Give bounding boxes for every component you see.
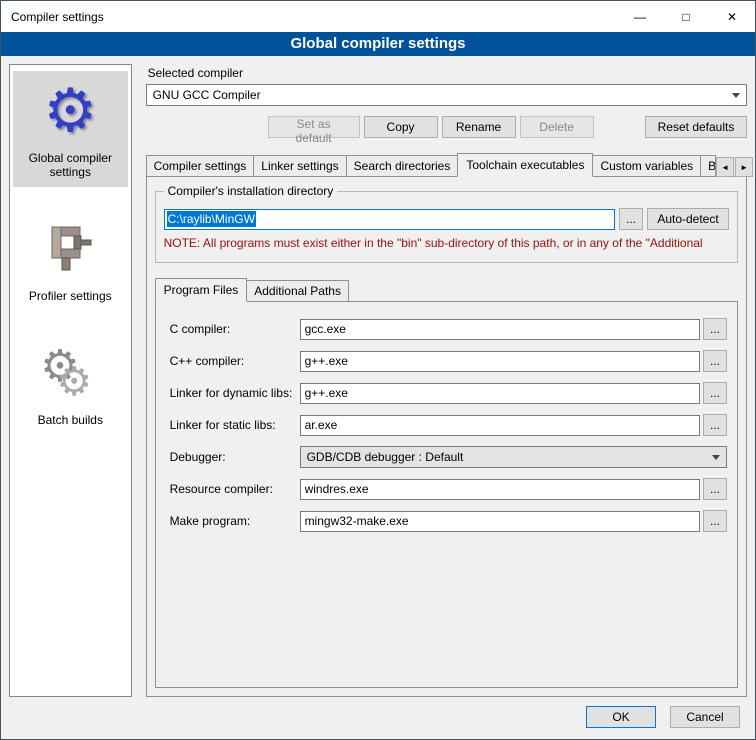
rename-button[interactable]: Rename — [442, 116, 516, 138]
debugger-row: Debugger: GDB/CDB debugger : Default — [170, 446, 727, 468]
selected-compiler-value: GNU GCC Compiler — [153, 88, 726, 102]
blue-gear-icon: ⚙ — [38, 79, 102, 143]
cpp-compiler-input[interactable] — [300, 351, 700, 372]
c-compiler-row: C compiler: ... — [170, 318, 727, 340]
c-compiler-label: C compiler: — [170, 322, 300, 336]
dynamic-linker-row: Linker for dynamic libs: ... — [170, 382, 727, 404]
subtab-additional-paths[interactable]: Additional Paths — [246, 280, 349, 302]
window-controls: — □ ✕ — [617, 1, 755, 32]
dialog-footer: OK Cancel — [1, 701, 755, 739]
sidebar: ⚙ Global compiler settings Profiler sett… — [9, 64, 132, 697]
sidebar-item-batch-builds[interactable]: ⚙ ⚙ Batch builds — [13, 333, 128, 435]
static-linker-input[interactable] — [300, 415, 700, 436]
tab-toolchain-executables[interactable]: Toolchain executables — [457, 153, 593, 177]
settings-tabs: Compiler settings Linker settings Search… — [146, 152, 747, 176]
debugger-value: GDB/CDB debugger : Default — [307, 450, 706, 464]
dynamic-linker-label: Linker for dynamic libs: — [170, 386, 300, 400]
make-program-input[interactable] — [300, 511, 700, 532]
resource-compiler-browse-button[interactable]: ... — [703, 478, 727, 500]
profiler-clamp-icon — [38, 217, 102, 281]
sidebar-item-global-compiler-settings[interactable]: ⚙ Global compiler settings — [13, 71, 128, 187]
program-files-panel: C compiler: ... C++ compiler: ... Linker… — [155, 301, 738, 688]
gray-gears-icon: ⚙ ⚙ — [38, 341, 102, 405]
close-button[interactable]: ✕ — [709, 1, 755, 32]
selected-compiler-label: Selected compiler — [148, 66, 747, 80]
bin-subdirectory-note: NOTE: All programs must exist either in … — [164, 236, 729, 250]
compiler-actions: Set as default Copy Rename Delete Reset … — [146, 116, 747, 138]
static-linker-label: Linker for static libs: — [170, 418, 300, 432]
static-linker-browse-button[interactable]: ... — [703, 414, 727, 436]
static-linker-row: Linker for static libs: ... — [170, 414, 727, 436]
page-title: Global compiler settings — [1, 32, 755, 56]
make-program-browse-button[interactable]: ... — [703, 510, 727, 532]
make-program-row: Make program: ... — [170, 510, 727, 532]
resource-compiler-row: Resource compiler: ... — [170, 478, 727, 500]
selected-compiler-dropdown[interactable]: GNU GCC Compiler — [146, 84, 747, 106]
window-title: Compiler settings — [1, 10, 104, 24]
copy-button[interactable]: Copy — [364, 116, 438, 138]
sidebar-item-label: Batch builds — [38, 413, 103, 427]
compiler-settings-dialog: Compiler settings — □ ✕ Global compiler … — [0, 0, 756, 740]
installation-directory-row: C:\raylib\MinGW ... Auto-detect — [164, 208, 729, 230]
reset-defaults-button[interactable]: Reset defaults — [645, 116, 747, 138]
ok-button[interactable]: OK — [586, 706, 656, 728]
sidebar-item-profiler-settings[interactable]: Profiler settings — [13, 209, 128, 311]
sidebar-item-label: Profiler settings — [29, 289, 112, 303]
chevron-down-icon — [732, 93, 740, 98]
installation-directory-group: Compiler's installation directory C:\ray… — [155, 191, 738, 263]
tab-scroll-left-icon[interactable]: ◄ — [716, 157, 734, 177]
tab-build-options[interactable]: Build options — [700, 155, 716, 177]
delete-button[interactable]: Delete — [520, 116, 594, 138]
tab-scrollers: ◄ ► — [716, 157, 753, 177]
set-as-default-button[interactable]: Set as default — [268, 116, 360, 138]
debugger-dropdown[interactable]: GDB/CDB debugger : Default — [300, 446, 727, 468]
installation-directory-input[interactable]: C:\raylib\MinGW — [164, 209, 615, 230]
tab-search-directories[interactable]: Search directories — [346, 155, 459, 177]
maximize-button[interactable]: □ — [663, 1, 709, 32]
tab-linker-settings[interactable]: Linker settings — [253, 155, 346, 177]
toolchain-subtabs: Program Files Additional Paths — [155, 277, 738, 301]
cpp-compiler-row: C++ compiler: ... — [170, 350, 727, 372]
main-panel: Selected compiler GNU GCC Compiler Set a… — [142, 64, 747, 697]
chevron-down-icon — [712, 455, 720, 460]
tab-scroll-right-icon[interactable]: ► — [735, 157, 753, 177]
dialog-content: ⚙ Global compiler settings Profiler sett… — [1, 56, 755, 701]
dynamic-linker-input[interactable] — [300, 383, 700, 404]
tab-compiler-settings[interactable]: Compiler settings — [146, 155, 255, 177]
cancel-button[interactable]: Cancel — [670, 706, 740, 728]
toolchain-executables-panel: Compiler's installation directory C:\ray… — [146, 176, 747, 697]
c-compiler-browse-button[interactable]: ... — [703, 318, 727, 340]
make-program-label: Make program: — [170, 514, 300, 528]
auto-detect-button[interactable]: Auto-detect — [647, 208, 729, 230]
cpp-compiler-browse-button[interactable]: ... — [703, 350, 727, 372]
sidebar-item-label: Global compiler settings — [16, 151, 125, 179]
resource-compiler-input[interactable] — [300, 479, 700, 500]
debugger-label: Debugger: — [170, 450, 300, 464]
browse-directory-button[interactable]: ... — [619, 208, 643, 230]
installation-directory-value: C:\raylib\MinGW — [167, 211, 256, 227]
subtab-program-files[interactable]: Program Files — [155, 278, 248, 302]
cpp-compiler-label: C++ compiler: — [170, 354, 300, 368]
titlebar: Compiler settings — □ ✕ — [1, 1, 755, 32]
minimize-button[interactable]: — — [617, 1, 663, 32]
resource-compiler-label: Resource compiler: — [170, 482, 300, 496]
installation-directory-label: Compiler's installation directory — [164, 184, 338, 198]
c-compiler-input[interactable] — [300, 319, 700, 340]
dynamic-linker-browse-button[interactable]: ... — [703, 382, 727, 404]
tab-custom-variables[interactable]: Custom variables — [592, 155, 701, 177]
